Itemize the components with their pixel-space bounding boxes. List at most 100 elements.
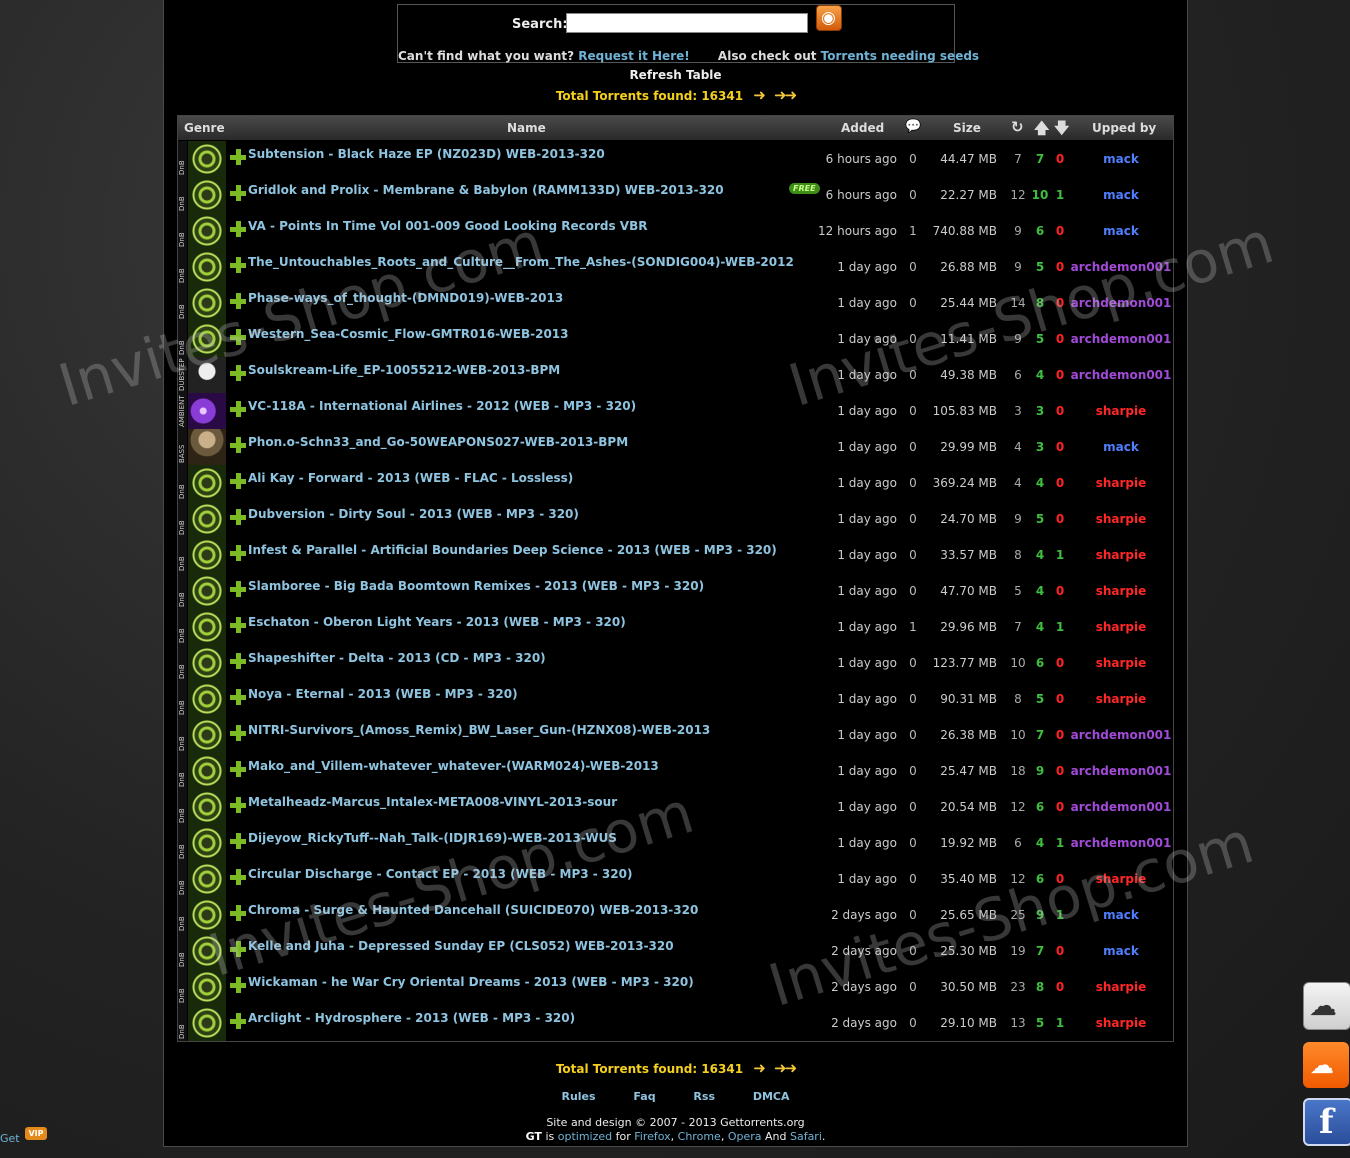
snatched-count[interactable]: 7	[1008, 620, 1028, 634]
uploader-link[interactable]: archdemon001	[1070, 332, 1172, 346]
seeders-count[interactable]: 10	[1031, 188, 1049, 202]
header-upped-by[interactable]: Upped by	[1092, 121, 1156, 135]
snatched-count[interactable]: 12	[1008, 872, 1028, 886]
comments-count[interactable]: 0	[908, 728, 918, 742]
snatched-count[interactable]: 9	[1008, 332, 1028, 346]
leechers-count[interactable]: 1	[1051, 620, 1069, 634]
seeders-count[interactable]: 5	[1031, 692, 1049, 706]
snatched-count[interactable]: 12	[1008, 188, 1028, 202]
torrent-name-link[interactable]: Western_Sea-Cosmic_Flow-GMTR016-WEB-2013	[248, 327, 569, 341]
genre-icon[interactable]	[188, 429, 226, 465]
footer-link-faq[interactable]: Faq	[633, 1090, 655, 1103]
leechers-count[interactable]: 0	[1051, 872, 1069, 886]
comments-count[interactable]: 0	[908, 872, 918, 886]
genre-icon[interactable]	[188, 897, 226, 933]
torrent-name-link[interactable]: Wickaman - he War Cry Oriental Dreams - …	[248, 975, 694, 989]
plus-expand-icon[interactable]	[230, 149, 246, 165]
leechers-count[interactable]: 0	[1051, 692, 1069, 706]
snatched-count[interactable]: 23	[1008, 980, 1028, 994]
uploader-link[interactable]: archdemon001	[1070, 800, 1172, 814]
genre-icon[interactable]	[188, 213, 226, 249]
leechers-count[interactable]: 0	[1051, 512, 1069, 526]
snatched-count[interactable]: 8	[1008, 692, 1028, 706]
torrent-name-link[interactable]: Ali Kay - Forward - 2013 (WEB - FLAC - L…	[248, 471, 573, 485]
torrent-name-link[interactable]: Dubversion - Dirty Soul - 2013 (WEB - MP…	[248, 507, 579, 521]
uploader-link[interactable]: mack	[1070, 152, 1172, 166]
leechers-count[interactable]: 1	[1051, 908, 1069, 922]
plus-expand-icon[interactable]	[230, 761, 246, 777]
torrent-name-link[interactable]: Chroma - Surge & Haunted Dancehall (SUIC…	[248, 903, 698, 917]
leechers-count[interactable]: 0	[1051, 800, 1069, 814]
seeders-count[interactable]: 4	[1031, 368, 1049, 382]
snatched-count[interactable]: 8	[1008, 548, 1028, 562]
plus-expand-icon[interactable]	[230, 581, 246, 597]
uploader-link[interactable]: sharpie	[1070, 476, 1172, 490]
genre-icon[interactable]	[188, 357, 226, 393]
genre-icon[interactable]	[188, 1005, 226, 1041]
uploader-link[interactable]: archdemon001	[1070, 260, 1172, 274]
snatched-count[interactable]: 19	[1008, 944, 1028, 958]
leechers-count[interactable]: 0	[1051, 404, 1069, 418]
seeders-count[interactable]: 7	[1031, 728, 1049, 742]
comments-count[interactable]: 0	[908, 368, 918, 382]
torrent-name-link[interactable]: Dijeyow_RickyTuff--Nah_Talk-(IDJR169)-WE…	[248, 831, 617, 845]
genre-icon[interactable]	[188, 753, 226, 789]
torrent-name-link[interactable]: VA - Points In Time Vol 001-009 Good Loo…	[248, 219, 647, 233]
leechers-count[interactable]: 0	[1051, 584, 1069, 598]
last-page-icon[interactable]: ➜➜	[774, 86, 797, 104]
torrent-name-link[interactable]: Kelle and Juha - Depressed Sunday EP (CL…	[248, 939, 674, 953]
leechers-count[interactable]: 0	[1051, 332, 1069, 346]
leechers-count[interactable]: 0	[1051, 440, 1069, 454]
seeders-count[interactable]: 5	[1031, 512, 1049, 526]
comments-icon[interactable]: 💬	[905, 119, 921, 134]
leechers-count[interactable]: 1	[1051, 188, 1069, 202]
uploader-link[interactable]: mack	[1070, 224, 1172, 238]
torrent-name-link[interactable]: The_Untouchables_Roots_and_Culture__From…	[248, 255, 794, 269]
genre-icon[interactable]	[188, 969, 226, 1005]
genre-icon[interactable]	[188, 249, 226, 285]
seeders-count[interactable]: 3	[1031, 404, 1049, 418]
plus-expand-icon[interactable]	[230, 977, 246, 993]
genre-icon[interactable]	[188, 609, 226, 645]
plus-expand-icon[interactable]	[230, 869, 246, 885]
seeders-count[interactable]: 6	[1031, 224, 1049, 238]
snatched-count[interactable]: 9	[1008, 512, 1028, 526]
comments-count[interactable]: 0	[908, 476, 918, 490]
request-link[interactable]: Request it Here!	[578, 49, 689, 63]
comments-count[interactable]: 0	[908, 800, 918, 814]
plus-expand-icon[interactable]	[230, 437, 246, 453]
genre-icon[interactable]	[188, 465, 226, 501]
browser-firefox[interactable]: Firefox	[634, 1130, 670, 1143]
genre-icon[interactable]	[188, 573, 226, 609]
torrent-name-link[interactable]: Mako_and_Villem-whatever_whatever-(WARM0…	[248, 759, 659, 773]
uploader-link[interactable]: archdemon001	[1070, 296, 1172, 310]
leechers-count[interactable]: 0	[1051, 980, 1069, 994]
footer-link-rules[interactable]: Rules	[561, 1090, 595, 1103]
torrent-name-link[interactable]: Circular Discharge - Contact EP - 2013 (…	[248, 867, 632, 881]
leechers-count[interactable]: 0	[1051, 764, 1069, 778]
snatched-icon[interactable]: ↻	[1011, 118, 1024, 136]
footer-link-rss[interactable]: Rss	[693, 1090, 715, 1103]
rss-button[interactable]: ◉	[816, 5, 842, 31]
snatched-count[interactable]: 14	[1008, 296, 1028, 310]
torrent-name-link[interactable]: Gridlok and Prolix - Membrane & Babylon …	[248, 183, 724, 197]
browser-opera[interactable]: Opera	[728, 1130, 762, 1143]
leechers-count[interactable]: 0	[1051, 368, 1069, 382]
snatched-count[interactable]: 5	[1008, 584, 1028, 598]
plus-expand-icon[interactable]	[230, 329, 246, 345]
torrent-name-link[interactable]: Phon.o-Schn33_and_Go-50WEAPONS027-WEB-20…	[248, 435, 628, 449]
comments-count[interactable]: 0	[908, 332, 918, 346]
seeders-count[interactable]: 4	[1031, 584, 1049, 598]
leechers-count[interactable]: 0	[1051, 152, 1069, 166]
seeders-count[interactable]: 4	[1031, 548, 1049, 562]
torrent-name-link[interactable]: NITRI-Survivors_(Amoss_Remix)_BW_Laser_G…	[248, 723, 710, 737]
seeders-count[interactable]: 5	[1031, 1016, 1049, 1030]
snatched-count[interactable]: 6	[1008, 368, 1028, 382]
comments-count[interactable]: 0	[908, 296, 918, 310]
torrent-name-link[interactable]: Slamboree - Big Bada Boomtown Remixes - …	[248, 579, 704, 593]
uploader-link[interactable]: sharpie	[1070, 548, 1172, 562]
leechers-icon[interactable]: 🡇	[1054, 118, 1069, 143]
seeders-count[interactable]: 9	[1031, 908, 1049, 922]
snatched-count[interactable]: 25	[1008, 908, 1028, 922]
plus-expand-icon[interactable]	[230, 473, 246, 489]
